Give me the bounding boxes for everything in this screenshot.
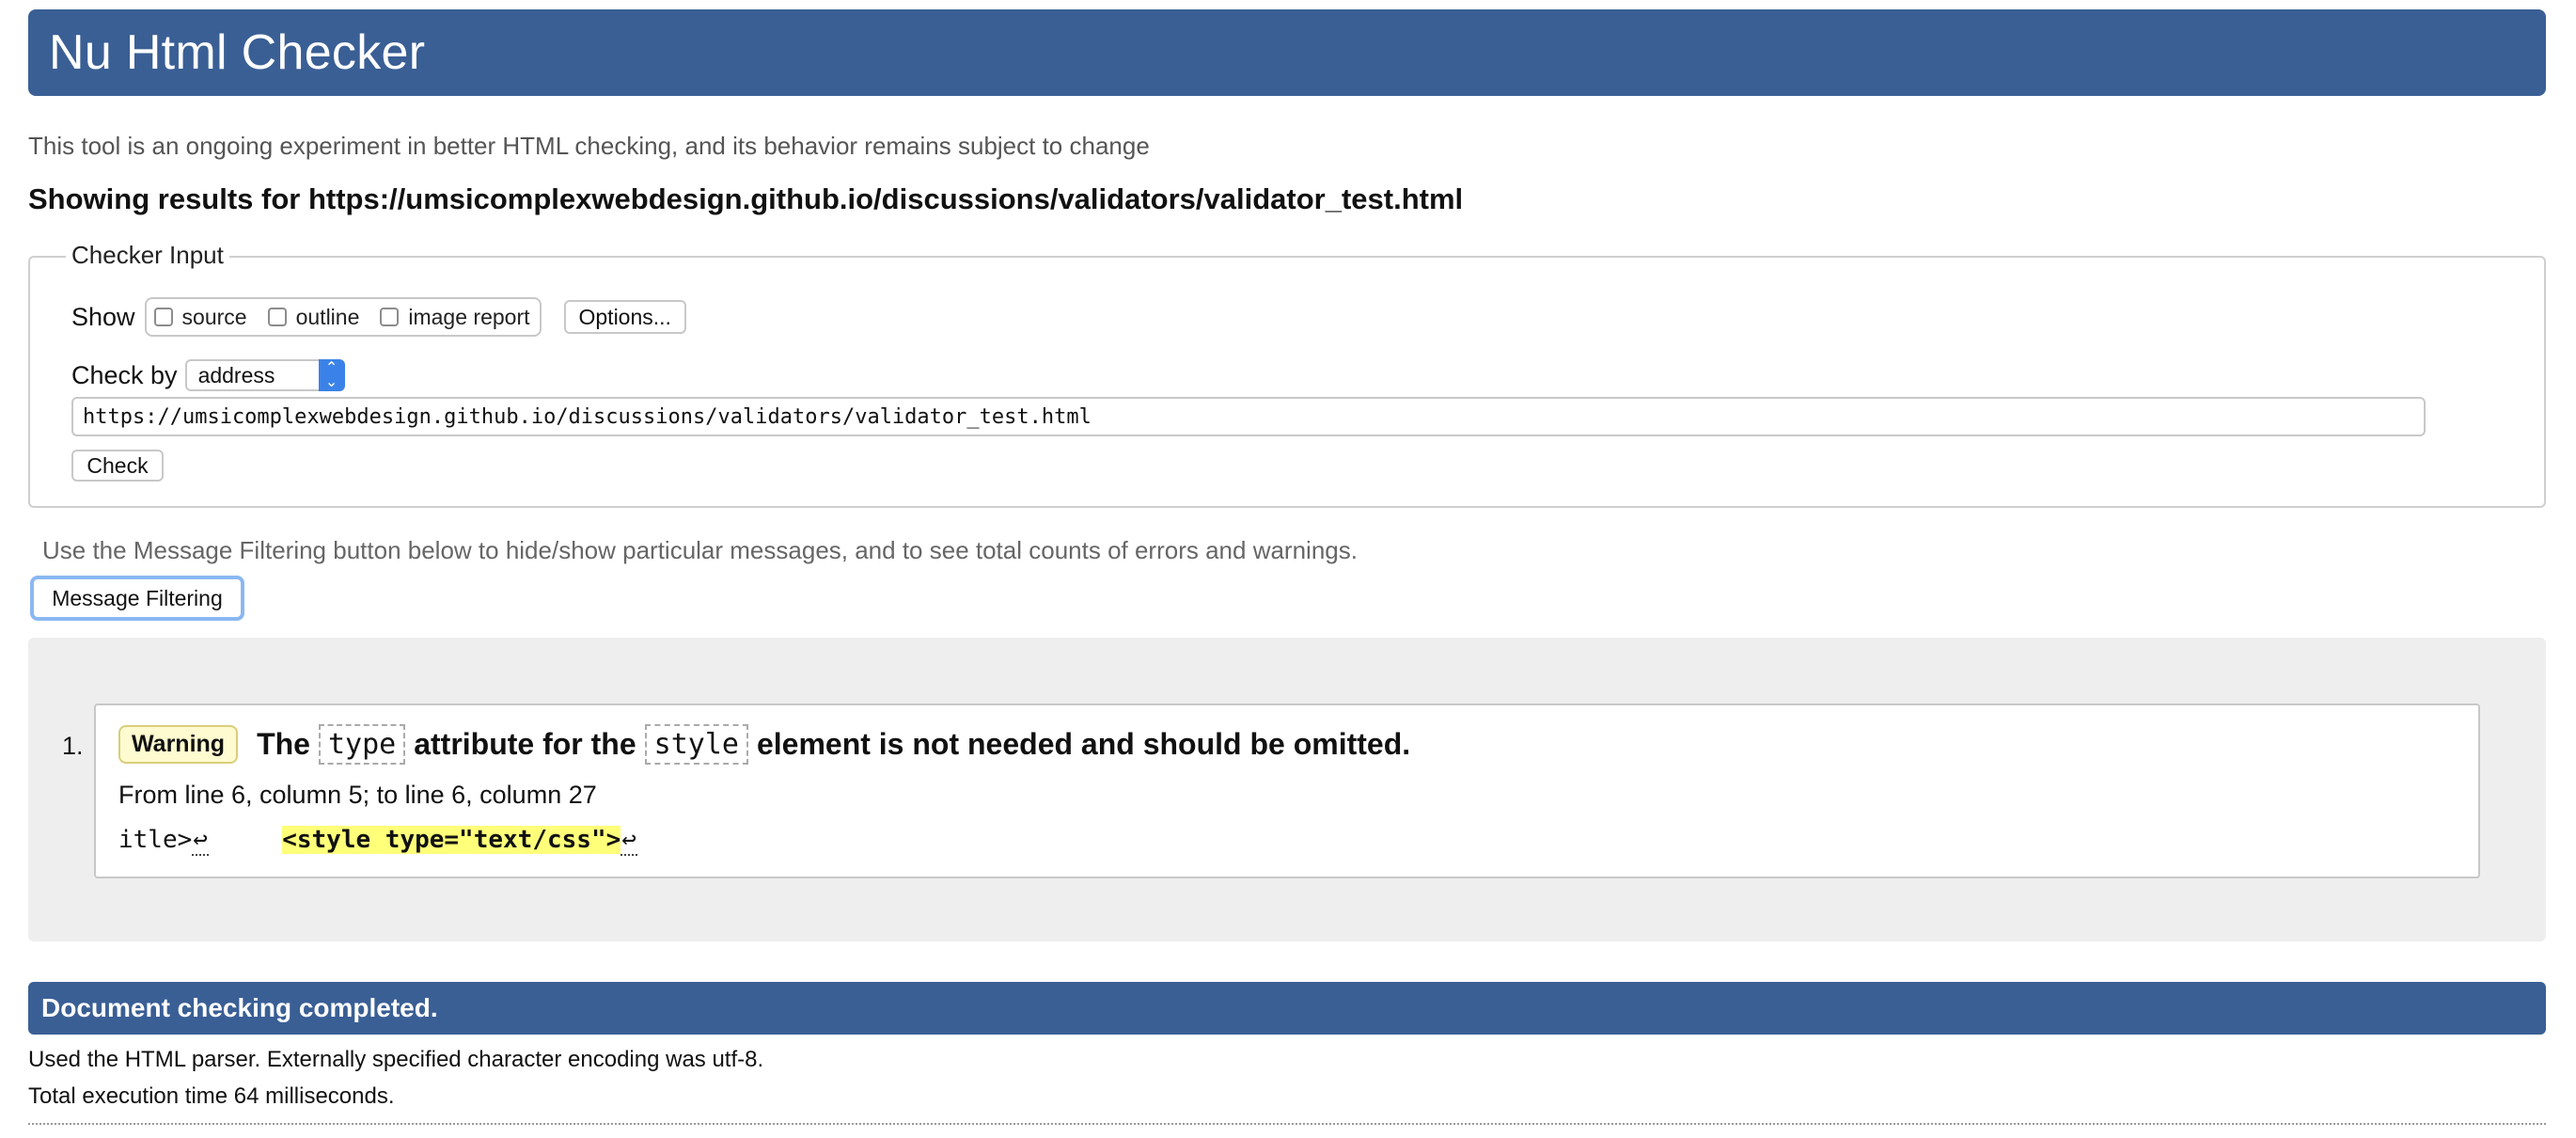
message-text-part: element is not needed and should be omit…	[756, 727, 1411, 761]
newline-icon: ↩	[192, 826, 209, 856]
checker-input-fieldset: Checker Input Show source outline image …	[28, 241, 2546, 508]
intro-text: This tool is an ongoing experiment in be…	[28, 132, 1150, 160]
message-location: From line 6, column 5; to line 6, column…	[118, 781, 597, 809]
message-text-part: attribute for the	[414, 727, 636, 761]
message-item: Warning The type attribute for the style…	[94, 703, 2480, 878]
checker-input-legend: Checker Input	[66, 241, 229, 270]
message-text-part: The	[257, 727, 310, 761]
message-title: Warning The type attribute for the style…	[118, 724, 1410, 765]
source-checkbox-label: source	[181, 304, 247, 329]
image-report-checkbox-label: image report	[408, 304, 530, 329]
message-filtering-note: Use the Message Filtering button below t…	[42, 536, 1358, 564]
header-banner: Nu Html Checker	[28, 9, 2546, 96]
code-style-element: style	[644, 724, 748, 765]
parser-note: Used the HTML parser. Externally specifi…	[28, 1047, 764, 1072]
check-by-select-value: address	[197, 362, 275, 387]
show-image-report-option[interactable]: image report	[380, 304, 530, 330]
show-label: Show	[71, 302, 135, 331]
extract-before: itle>	[118, 826, 193, 854]
show-row: Show source outline image report Options…	[71, 297, 686, 337]
extract-highlight: <style type="text/css">	[282, 826, 621, 854]
extract-gap	[209, 826, 282, 854]
source-checkbox[interactable]	[153, 308, 173, 326]
select-chevron-icon: ⌃ ⌄	[318, 359, 345, 391]
newline-icon: ↩	[620, 826, 637, 856]
check-by-select[interactable]: address ⌃ ⌄	[184, 359, 345, 391]
check-button[interactable]: Check	[71, 450, 164, 482]
outline-checkbox-label: outline	[295, 304, 360, 329]
image-report-checkbox[interactable]	[380, 308, 400, 326]
options-button[interactable]: Options...	[563, 300, 686, 334]
warning-badge: Warning	[118, 725, 239, 764]
show-options-group: source outline image report	[144, 297, 542, 337]
show-outline-option[interactable]: outline	[267, 304, 360, 330]
show-source-option[interactable]: source	[153, 304, 247, 330]
url-input[interactable]: https://umsicomplexwebdesign.github.io/d…	[71, 397, 2426, 436]
document-complete-banner: Document checking completed.	[28, 982, 2546, 1035]
message-filtering-button[interactable]: Message Filtering	[30, 576, 244, 621]
check-by-row: Check by address ⌃ ⌄	[71, 359, 345, 391]
results-panel: 1. Warning The type attribute for the st…	[28, 638, 2546, 941]
bottom-divider	[28, 1123, 2546, 1125]
execution-time-note: Total execution time 64 milliseconds.	[28, 1083, 395, 1109]
showing-results-heading: Showing results for https://umsicomplexw…	[28, 182, 1464, 215]
app-title: Nu Html Checker	[49, 25, 426, 80]
check-by-label: Check by	[71, 360, 178, 389]
outline-checkbox[interactable]	[267, 308, 287, 326]
code-type-attr: type	[318, 724, 406, 765]
message-extract: itle>↩ <style type="text/css">↩	[118, 826, 637, 856]
message-number: 1.	[62, 732, 84, 760]
